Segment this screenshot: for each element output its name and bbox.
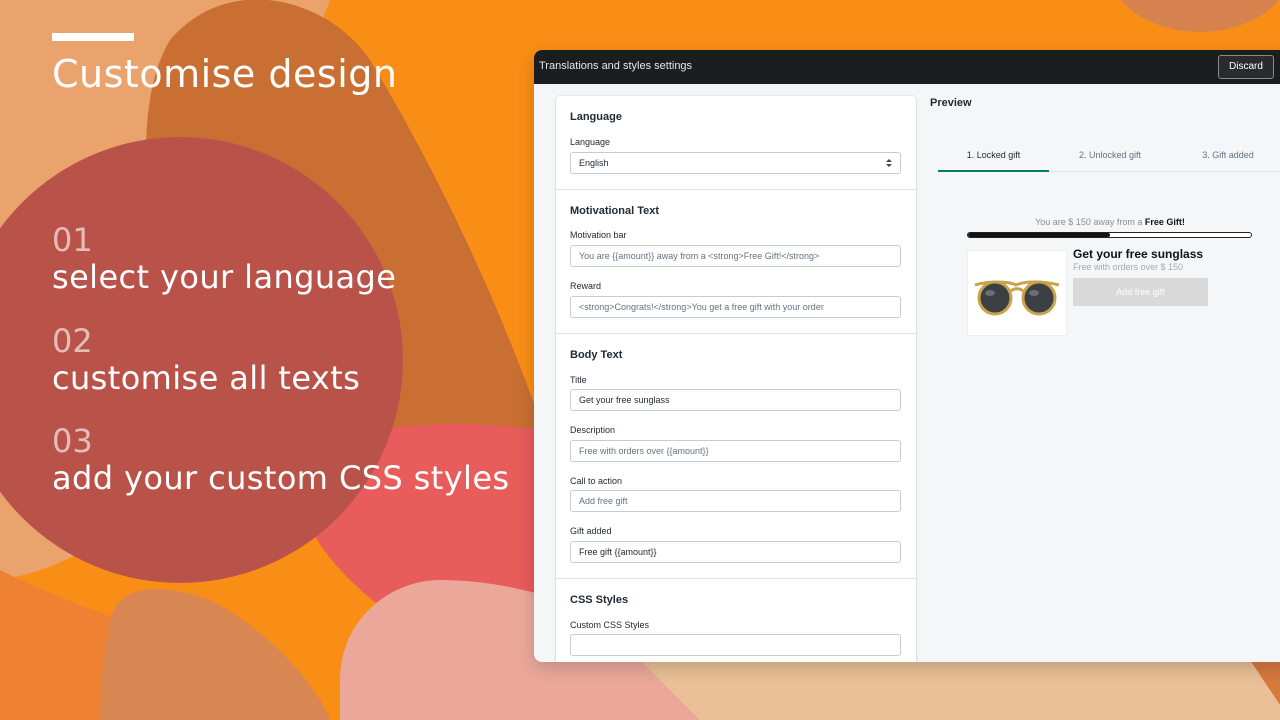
preview-title: Preview (930, 97, 972, 109)
section-title-motivational: Motivational Text (570, 205, 660, 217)
title-input[interactable]: Get your free sunglass (570, 389, 901, 411)
preview-product-title: Get your free sunglass (1073, 247, 1204, 261)
step-text: add your custom CSS styles (52, 459, 510, 497)
motivation-bar-label: Motivation bar (570, 230, 627, 240)
hero-accent-bar (52, 33, 134, 41)
custom-css-input[interactable] (570, 634, 901, 656)
gift-added-label: Gift added (570, 526, 612, 536)
gift-added-input[interactable]: Free gift {{amount}} (570, 541, 901, 563)
section-title-language: Language (570, 111, 622, 123)
motivation-prefix: You are $ 150 away from a (1035, 217, 1145, 227)
step-2: 02 customise all texts (52, 323, 360, 397)
step-3: 03 add your custom CSS styles (52, 423, 510, 497)
preview-product-description: Free with orders over $ 150 (1073, 262, 1184, 272)
section-divider (556, 189, 916, 190)
call-to-action-label: Call to action (570, 476, 623, 486)
motivation-bar-input[interactable]: You are {{amount}} away from a <strong>F… (570, 245, 901, 267)
motivation-message: You are $ 150 away from a Free Gift! (966, 217, 1254, 227)
window-title: Translations and styles settings (539, 60, 693, 72)
title-label: Title (570, 375, 587, 385)
active-tab-indicator (938, 170, 1049, 172)
product-image (967, 250, 1067, 336)
step-1: 01 select your language (52, 222, 396, 296)
description-input[interactable]: Free with orders over {{amount}} (570, 440, 901, 462)
progress-fill (968, 233, 1110, 237)
call-to-action-input[interactable]: Add free gift (570, 490, 901, 512)
settings-form-card: Language Language English Motivational T… (556, 96, 916, 662)
reward-label: Reward (570, 281, 602, 291)
language-select[interactable]: English (570, 152, 901, 174)
tab-gift-added[interactable]: 3. Gift added (1172, 150, 1280, 160)
section-divider (556, 578, 916, 579)
custom-css-label: Custom CSS Styles (570, 620, 650, 630)
motivation-progress-bar (967, 232, 1252, 238)
step-text: customise all texts (52, 359, 361, 397)
add-free-gift-button[interactable]: Add free gift (1073, 278, 1208, 306)
motivation-highlight: Free Gift! (1144, 217, 1185, 227)
step-text: select your language (52, 258, 397, 296)
section-divider (556, 333, 916, 334)
language-label: Language (570, 137, 611, 147)
tab-locked-gift[interactable]: 1. Locked gift (938, 150, 1049, 160)
top-bar: Translations and styles settings Discard (534, 50, 1280, 84)
hero-title: Customise design (52, 52, 398, 96)
step-number: 03 (52, 422, 93, 460)
reward-input[interactable]: <strong>Congrats!</strong>You get a free… (570, 296, 901, 318)
app-window: Translations and styles settings Discard… (534, 50, 1280, 662)
step-number: 01 (52, 221, 93, 259)
tab-unlocked-gift[interactable]: 2. Unlocked gift (1054, 150, 1166, 160)
section-title-css: CSS Styles (570, 594, 629, 606)
step-number: 02 (52, 322, 93, 360)
section-title-body: Body Text (570, 349, 623, 361)
sunglasses-icon (974, 280, 1060, 316)
language-select-value: English (579, 158, 609, 168)
discard-button[interactable]: Discard (1218, 55, 1274, 79)
description-label: Description (570, 425, 616, 435)
select-arrows-icon (886, 159, 892, 167)
